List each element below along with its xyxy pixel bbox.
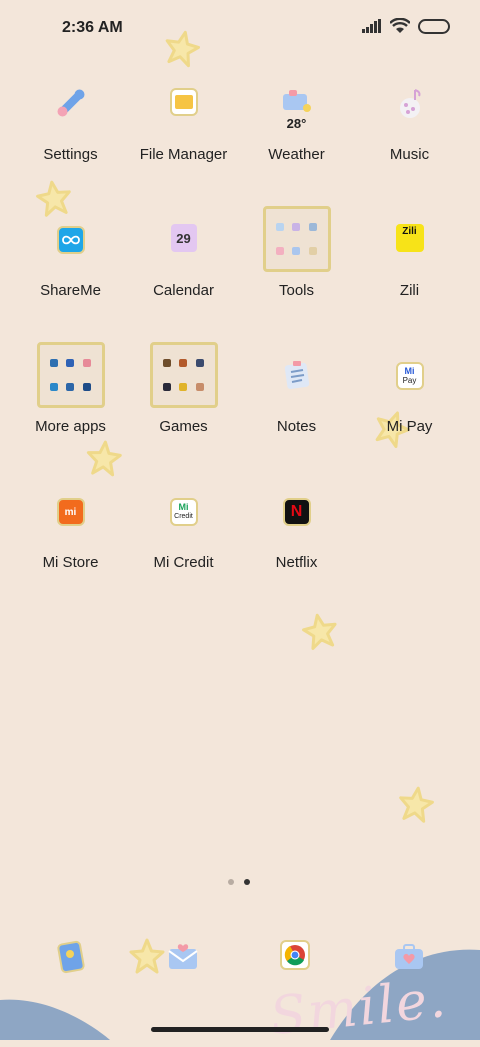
page-dot-active[interactable] — [244, 879, 250, 885]
app-label: Mi Store — [42, 554, 99, 571]
app-calendar[interactable]: 29 Calendar — [127, 222, 240, 332]
app-label: Calendar — [153, 282, 214, 299]
app-label: Weather — [268, 146, 325, 163]
mi-credit-icon: Mi Credit — [169, 498, 198, 526]
status-time: 2:36 AM — [62, 19, 123, 36]
mi-pay-icon-text: Mi — [404, 366, 415, 376]
app-mi-pay[interactable]: Mi Pay Mi Pay — [353, 358, 466, 468]
netflix-icon-text: N — [290, 503, 303, 520]
app-settings[interactable]: Settings — [14, 86, 127, 196]
app-label: ShareMe — [40, 282, 101, 299]
mi-credit-icon-text: Mi — [178, 502, 189, 512]
games-folder-icon — [149, 342, 218, 408]
dock-messages[interactable] — [166, 940, 200, 974]
page-indicator[interactable] — [228, 879, 250, 885]
tools-folder-icon — [262, 206, 331, 272]
app-label: File Manager — [139, 146, 228, 163]
zili-icon-text: Zili — [402, 226, 417, 237]
app-zili[interactable]: Zili Zili — [353, 222, 466, 332]
music-icon — [395, 88, 425, 125]
app-label: Netflix — [275, 554, 318, 571]
app-mi-credit[interactable]: Mi Credit Mi Credit — [127, 494, 240, 604]
star-decoration — [396, 784, 436, 824]
shareme-icon — [56, 226, 85, 254]
folder-icon — [169, 88, 198, 116]
folder-tools[interactable]: Tools — [240, 206, 353, 316]
star-decoration — [129, 938, 165, 974]
wifi-icon — [390, 18, 410, 33]
mi-pay-icon: Mi Pay — [395, 362, 424, 390]
settings-icon — [54, 86, 88, 125]
phone-icon — [57, 940, 85, 974]
app-label: Music — [389, 146, 430, 163]
mi-pay-icon-text: Pay — [402, 376, 417, 385]
app-label: Settings — [43, 146, 98, 163]
app-file-manager[interactable]: File Manager — [127, 86, 240, 196]
wave-decoration — [0, 999, 110, 1040]
mi-credit-icon-text: Credit — [174, 513, 193, 520]
dock-chrome[interactable] — [280, 940, 314, 974]
more-apps-folder-icon — [36, 342, 105, 408]
app-mi-store[interactable]: mi Mi Store — [14, 494, 127, 604]
star-decoration — [299, 610, 341, 652]
chrome-icon — [280, 940, 310, 970]
dock-phone[interactable] — [54, 940, 88, 974]
notes-icon — [282, 360, 312, 395]
battery-icon — [418, 18, 450, 34]
weather-temp: 28° — [286, 116, 307, 131]
app-label: Mi Credit — [153, 554, 214, 571]
folder-games[interactable]: Games — [127, 342, 240, 452]
app-label: Zili — [399, 282, 420, 299]
page-dot[interactable] — [228, 879, 234, 885]
app-netflix[interactable]: N Netflix — [240, 494, 353, 604]
folder-more-apps[interactable]: More apps — [14, 342, 127, 452]
calendar-day: 29 — [176, 231, 191, 246]
app-label: Tools — [278, 282, 315, 299]
app-notes[interactable]: Notes — [240, 358, 353, 468]
mi-store-icon-text: mi — [64, 506, 77, 518]
app-label: Games — [159, 418, 208, 435]
app-music[interactable]: Music — [353, 86, 466, 196]
mail-icon — [168, 944, 198, 969]
netflix-icon: N — [282, 498, 311, 526]
calendar-icon: 29 — [170, 224, 197, 252]
app-label: Notes — [276, 418, 317, 435]
dock-security[interactable] — [392, 940, 426, 974]
home-indicator[interactable] — [151, 1027, 329, 1032]
mi-store-icon: mi — [56, 498, 85, 526]
app-shareme[interactable]: ShareMe — [14, 222, 127, 332]
app-label: Mi Pay — [386, 418, 433, 435]
zili-icon: Zili — [395, 224, 424, 252]
app-weather[interactable]: 28° Weather — [240, 86, 353, 196]
medkit-icon — [395, 944, 423, 969]
app-label: More apps — [35, 418, 106, 435]
status-bar: 2:36 AM — [0, 0, 480, 52]
signal-icon — [362, 19, 381, 33]
